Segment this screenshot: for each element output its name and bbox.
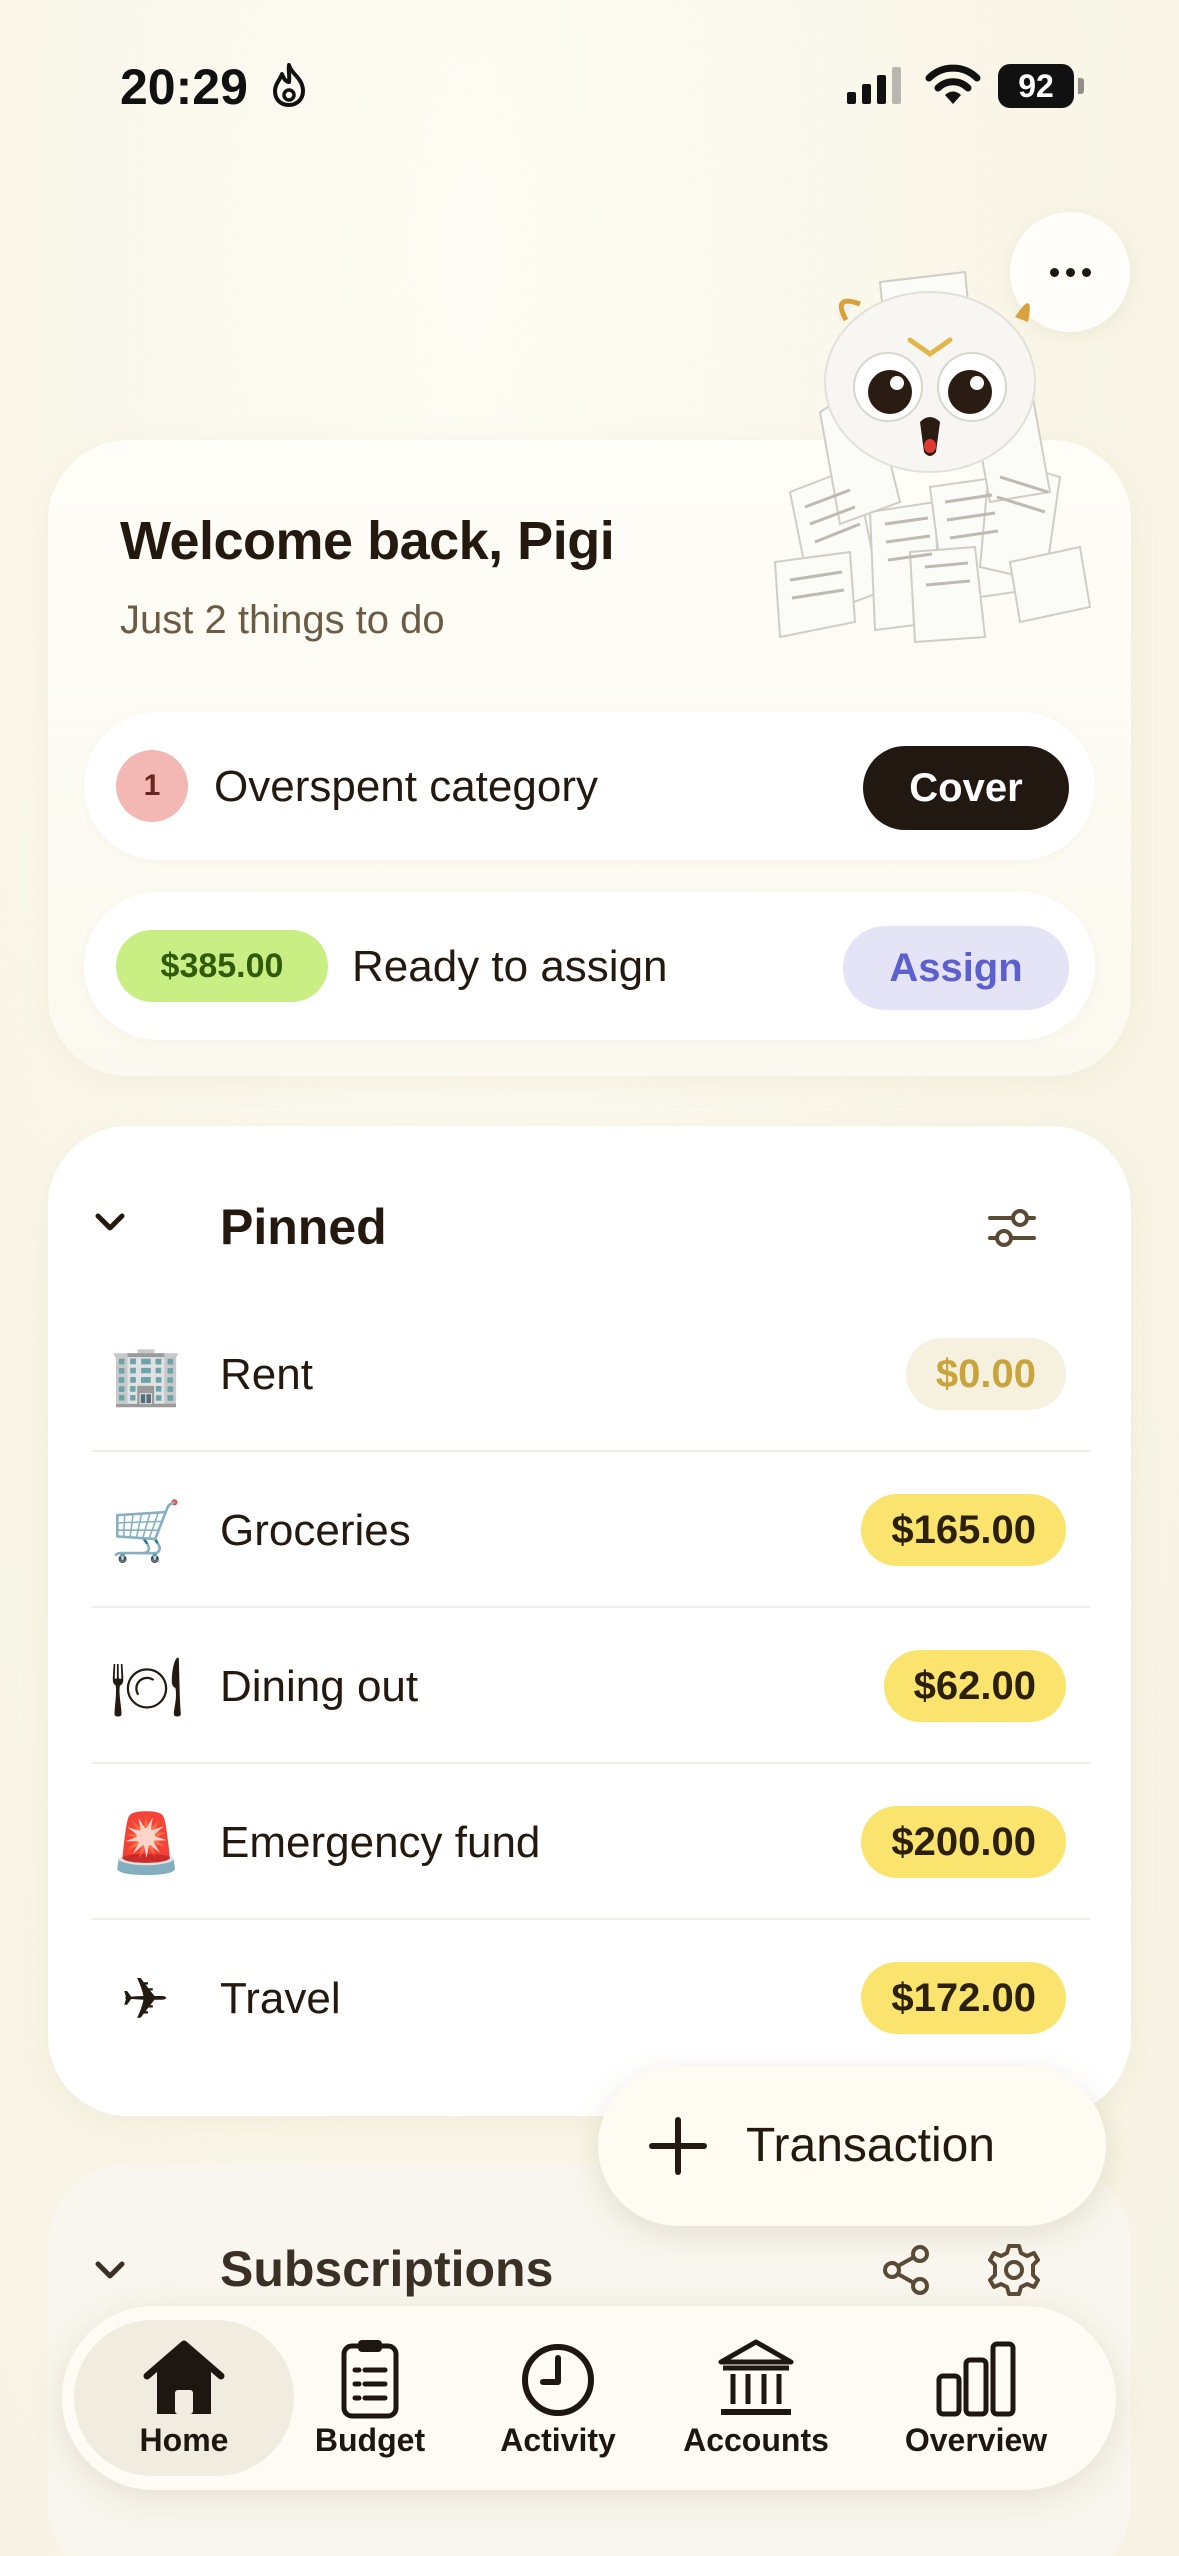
category-name: Emergency fund <box>220 1818 541 1867</box>
category-available-amount[interactable]: $172.00 <box>861 1962 1066 2034</box>
siren-icon: 🚨 <box>110 1809 183 1877</box>
share-icon[interactable] <box>878 2242 934 2298</box>
category-name: Dining out <box>220 1662 419 1711</box>
cover-button[interactable]: Cover <box>863 746 1069 830</box>
tab-budget-label: Budget <box>314 2422 426 2458</box>
ready-amount-badge: $385.00 <box>116 930 328 1002</box>
plate-cutlery-icon: 🍽 <box>110 1653 184 1721</box>
gear-icon[interactable] <box>984 2240 1044 2300</box>
ready-to-assign-row[interactable]: $385.00 Ready to assign Assign <box>84 892 1095 1040</box>
category-name: Groceries <box>220 1506 411 1555</box>
category-available-amount[interactable]: $0.00 <box>905 1338 1066 1410</box>
subscriptions-collapse-chevron-icon[interactable] <box>90 2250 130 2290</box>
pinned-category-row[interactable]: 🍽 Dining out $62.00 <box>92 1608 1090 1764</box>
category-name: Travel <box>220 1974 341 2023</box>
welcome-subtitle: Just 2 things to do <box>120 598 445 642</box>
tab-activity[interactable]: Activity <box>468 2320 648 2476</box>
tab-accounts-label: Accounts <box>683 2422 829 2458</box>
pinned-category-row[interactable]: ✈ Travel $172.00 <box>92 1920 1090 2076</box>
add-transaction-label: Transaction <box>746 2119 995 2172</box>
house-icon <box>143 2340 225 2414</box>
office-building-icon: 🏢 <box>110 1341 183 1409</box>
assign-button[interactable]: Assign <box>843 926 1069 1010</box>
overspent-label: Overspent category <box>214 762 598 811</box>
subscriptions-section-title: Subscriptions <box>220 2241 554 2297</box>
ready-label: Ready to assign <box>352 942 668 991</box>
pinned-section-title: Pinned <box>220 1199 387 1255</box>
tab-activity-label: Activity <box>500 2422 616 2458</box>
clock-icon <box>522 2344 594 2416</box>
add-transaction-button[interactable]: Transaction <box>598 2066 1106 2226</box>
category-name: Rent <box>220 1350 313 1399</box>
plus-icon <box>649 2117 707 2175</box>
bank-icon <box>718 2339 794 2415</box>
status-bar: 20:29 92 <box>0 0 1179 170</box>
sliders-filter-icon[interactable] <box>984 1200 1040 1256</box>
tab-accounts[interactable]: Accounts <box>656 2320 856 2476</box>
category-available-amount[interactable]: $165.00 <box>861 1494 1066 1566</box>
tab-overview[interactable]: Overview <box>876 2320 1076 2476</box>
bottom-tab-bar: Home Budget Activity Accounts Overview <box>62 2306 1116 2490</box>
tab-home[interactable]: Home <box>74 2320 294 2476</box>
pinned-category-row[interactable]: 🏢 Rent $0.00 <box>92 1296 1090 1452</box>
battery-tip <box>1078 78 1084 94</box>
cellular-signal-icon <box>847 67 901 104</box>
pinned-category-row[interactable]: 🛒 Groceries $165.00 <box>92 1452 1090 1608</box>
welcome-title: Welcome back, Pigi <box>120 511 615 571</box>
pinned-collapse-chevron-icon[interactable] <box>90 1202 130 1242</box>
category-available-amount[interactable]: $200.00 <box>861 1806 1066 1878</box>
battery-indicator: 92 <box>998 64 1074 108</box>
pinned-category-row[interactable]: 🚨 Emergency fund $200.00 <box>92 1764 1090 1920</box>
category-available-amount[interactable]: $62.00 <box>883 1650 1066 1722</box>
overspent-count-badge: 1 <box>116 750 188 822</box>
shopping-cart-icon: 🛒 <box>110 1497 183 1565</box>
bar-chart-icon <box>936 2341 1016 2417</box>
owl-mascot-illustration <box>773 270 1092 644</box>
tab-home-label: Home <box>139 2422 229 2458</box>
airplane-icon: ✈ <box>120 1965 170 2033</box>
wifi-icon <box>925 64 981 104</box>
overspent-task-row[interactable]: 1 Overspent category Cover <box>84 712 1095 860</box>
tab-budget[interactable]: Budget <box>280 2320 460 2476</box>
status-time: 20:29 <box>120 59 248 115</box>
focus-flame-icon <box>273 63 305 107</box>
clipboard-icon <box>341 2340 399 2419</box>
tab-overview-label: Overview <box>904 2422 1048 2458</box>
